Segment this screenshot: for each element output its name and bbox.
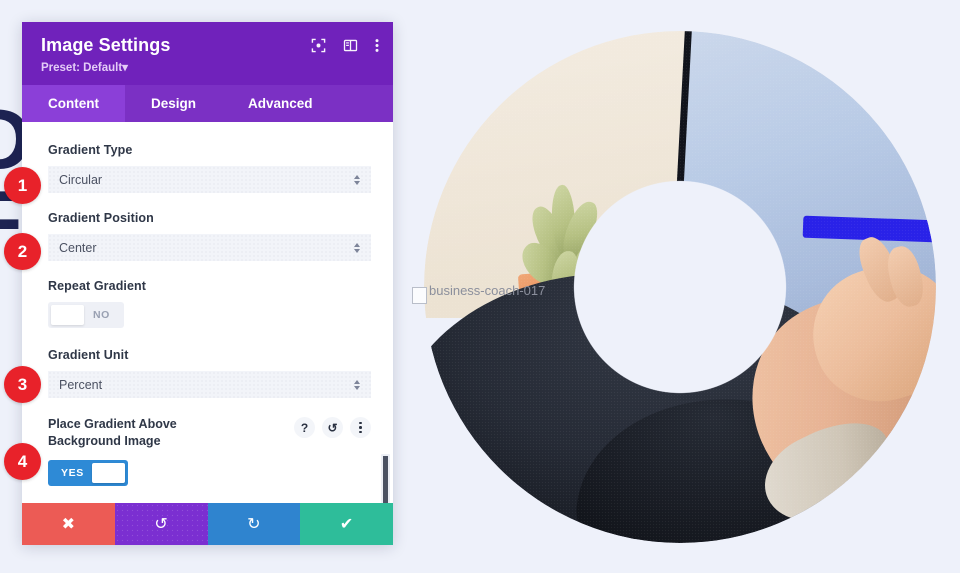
reset-icon[interactable]: ↺ (322, 417, 343, 438)
help-icon[interactable]: ? (294, 417, 315, 438)
kebab-menu-icon[interactable] (350, 417, 371, 438)
screen-root: D FI et b (0, 0, 960, 573)
field-header-row: Place Gradient Above Background Image ? … (48, 416, 371, 450)
cancel-button[interactable]: ✖ (22, 503, 115, 545)
select-value: Percent (59, 377, 103, 392)
preset-label: Preset: Default (41, 62, 123, 74)
select-caret-icon (354, 379, 360, 390)
undo-button[interactable]: ↺ (114, 503, 208, 545)
repeat-gradient-toggle[interactable]: NO (48, 302, 124, 328)
broken-image-icon (412, 287, 427, 304)
step-badge-4: 4 (4, 443, 41, 480)
image-settings-panel: Image Settings Preset: Default▾ Content … (22, 22, 393, 545)
toggle-state-label: YES (61, 467, 84, 479)
tab-advanced[interactable]: Advanced (222, 85, 339, 122)
focus-target-icon[interactable] (311, 38, 326, 53)
panel-scrollbar-thumb[interactable] (381, 454, 390, 503)
field-label: Gradient Position (48, 211, 154, 225)
field-gradient-unit: Gradient Unit Percent (48, 348, 371, 398)
field-label: Place Gradient Above Background Image (48, 417, 177, 448)
redo-button[interactable]: ↻ (207, 503, 301, 545)
image-alt-text: business-coach-017 (429, 283, 546, 298)
panel-body: Gradient Type Circular Gradient Position… (22, 122, 393, 503)
kebab-menu-icon[interactable] (375, 38, 379, 53)
gradient-type-select[interactable]: Circular (48, 166, 371, 193)
panel-tabs: Content Design Advanced (22, 85, 393, 122)
select-caret-icon (354, 242, 360, 253)
panel-header-icons (311, 38, 379, 53)
field-repeat-gradient: Repeat Gradient NO (48, 279, 371, 330)
toggle-state-label: NO (93, 309, 110, 321)
panel-layout-icon[interactable] (343, 38, 358, 53)
step-badge-1: 1 (4, 167, 41, 204)
place-gradient-above-toggle[interactable]: YES (48, 460, 128, 486)
field-label: Repeat Gradient (48, 279, 147, 293)
panel-scrollbar-track[interactable] (381, 122, 390, 503)
gradient-unit-select[interactable]: Percent (48, 371, 371, 398)
field-gradient-position: Gradient Position Center (48, 211, 371, 261)
field-action-icons: ? ↺ (294, 417, 371, 438)
panel-header: Image Settings Preset: Default▾ (22, 22, 393, 85)
step-badge-2: 2 (4, 233, 41, 270)
panel-footer: ✖ ↺ ↻ ✔ (22, 503, 393, 545)
field-label: Gradient Unit (48, 348, 129, 362)
chevron-down-icon: ▾ (122, 62, 128, 74)
select-caret-icon (354, 174, 360, 185)
toggle-knob (51, 305, 84, 325)
tab-content[interactable]: Content (22, 85, 125, 122)
panel-preset-selector[interactable]: Preset: Default▾ (41, 60, 377, 74)
select-value: Center (59, 240, 97, 255)
tab-design[interactable]: Design (125, 85, 222, 122)
field-label: Gradient Type (48, 143, 133, 157)
select-value: Circular (59, 172, 103, 187)
field-gradient-type: Gradient Type Circular (48, 143, 371, 193)
step-badge-3: 3 (4, 366, 41, 403)
save-button[interactable]: ✔ (300, 503, 393, 545)
gradient-position-select[interactable]: Center (48, 234, 371, 261)
field-place-gradient-above: Place Gradient Above Background Image ? … (48, 416, 371, 486)
toggle-knob (91, 463, 125, 483)
